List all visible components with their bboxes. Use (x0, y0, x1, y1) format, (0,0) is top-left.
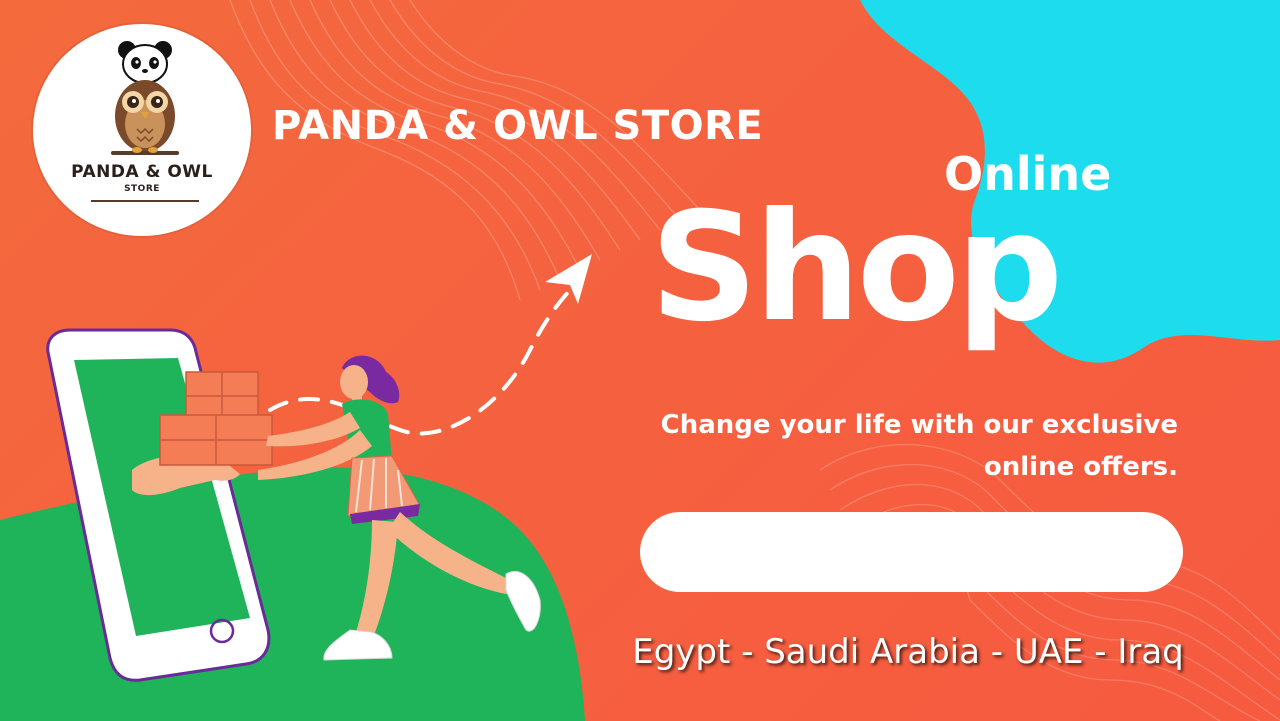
banner: PANDA & OWL STORE PANDA & OWL STORE Onli… (0, 0, 1280, 721)
arrow-head-icon (545, 254, 592, 304)
tagline-line-1: Change your life with our exclusive (660, 410, 1178, 440)
countries-list: Egypt - Saudi Arabia - UAE - Iraq (632, 632, 1184, 672)
dashed-arrow-icon (268, 283, 577, 436)
tagline: Change your life with our exclusive onli… (600, 404, 1178, 488)
delivery-illustration (46, 254, 592, 682)
search-input[interactable] (640, 512, 1183, 592)
tagline-line-2: online offers. (983, 452, 1178, 482)
